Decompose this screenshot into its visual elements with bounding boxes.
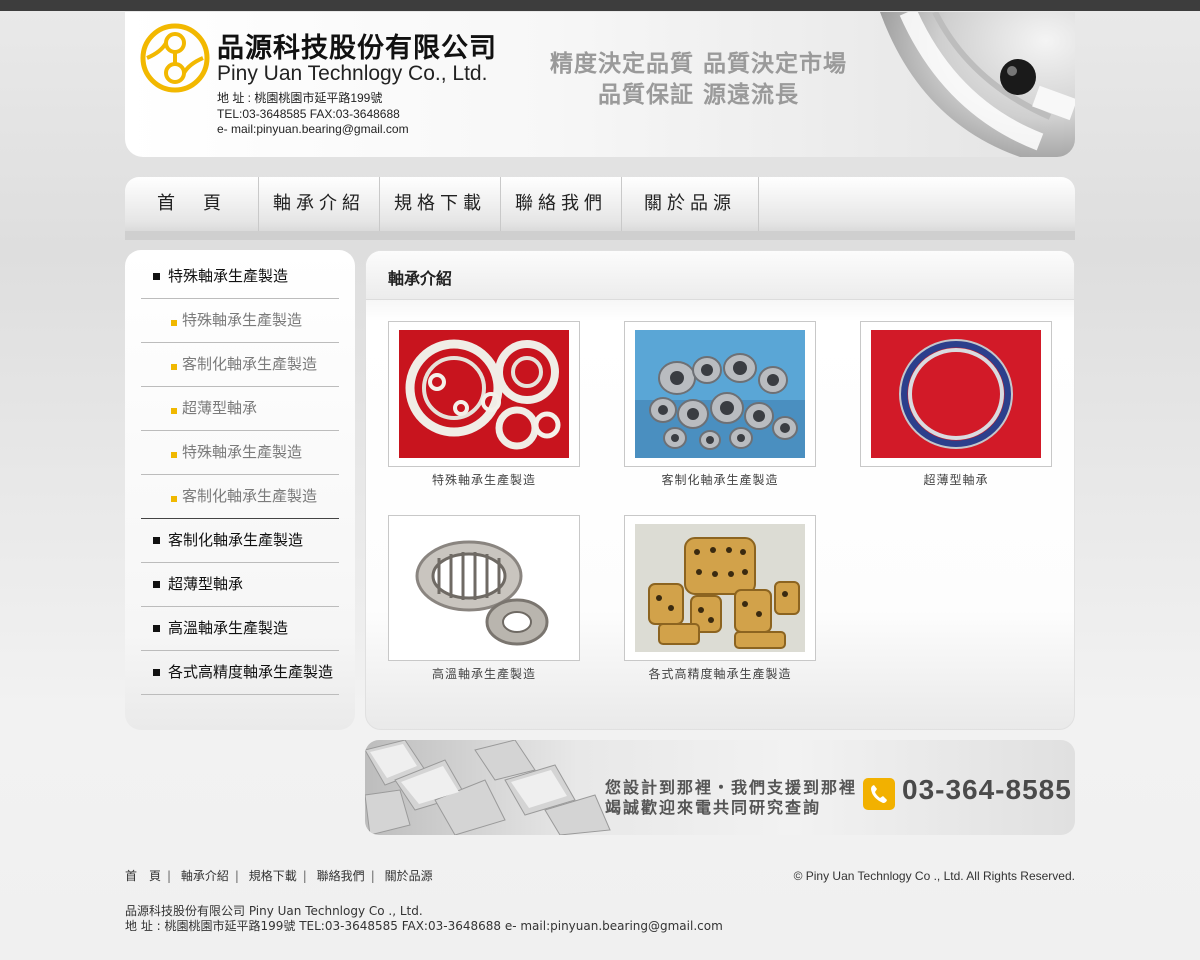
yellow-bullet-icon: [171, 363, 177, 370]
product-image-frame: [388, 321, 580, 467]
sidebar-item-label: 各式高精度軸承生產製造: [168, 663, 334, 681]
nav-about-label: 關於品源: [644, 193, 736, 214]
company-name-en: Piny Uan Technlogy Co., Ltd.: [217, 62, 488, 85]
nav-contact-label: 聯絡我們: [515, 193, 607, 214]
product-image-tapered-roller: [399, 524, 569, 652]
product-image-bearing-assortment: [635, 330, 805, 458]
product-card[interactable]: 各式高精度軸承生產製造: [624, 515, 816, 682]
sidebar-subitem-label: 特殊軸承生產製造: [182, 443, 303, 461]
sidebar-item-label: 客制化軸承生產製造: [168, 531, 304, 549]
content-title: 軸承介紹: [388, 269, 453, 288]
yellow-bullet-icon: [171, 407, 177, 414]
top-bar: [0, 0, 1200, 11]
footer-link-spec-download[interactable]: 規格下載: [249, 869, 297, 883]
footer-link-home[interactable]: 首 頁: [125, 869, 161, 883]
footer-link-contact[interactable]: 聯絡我們: [317, 869, 365, 883]
product-caption: 特殊軸承生產製造: [431, 473, 536, 487]
footer-link-about[interactable]: 關於品源: [385, 869, 433, 883]
sidebar-item[interactable]: 客制化軸承生產製造: [141, 518, 339, 563]
nav-contact[interactable]: 聯絡我們: [501, 177, 622, 231]
product-card[interactable]: 客制化軸承生產製造: [624, 321, 816, 488]
product-image-plastic-cages: [399, 330, 569, 458]
product-caption: 超薄型軸承: [923, 473, 989, 487]
footer-links: 首 頁 | 軸承介紹 | 規格下載 | 聯絡我們 | 關於品源: [125, 867, 433, 884]
square-bullet-icon: [153, 669, 160, 676]
banner-phone-number: 03-364-8585: [902, 774, 1072, 805]
square-bullet-icon: [153, 537, 160, 544]
footer-copyright: © Piny Uan Technlogy Co ., Ltd. All Righ…: [793, 869, 1075, 883]
sidebar-subitem[interactable]: 特殊軸承生產製造: [141, 299, 339, 343]
nav-bottom-strip: [125, 231, 1075, 240]
main-navigation: 首 頁 軸承介紹 規格下載 聯絡我們 關於品源: [125, 177, 1075, 240]
square-bullet-icon: [153, 273, 160, 280]
nav-spec-download[interactable]: 規格下載: [380, 177, 501, 231]
product-card[interactable]: 特殊軸承生產製造: [388, 321, 580, 488]
banner-graphic: [365, 740, 611, 835]
company-name-cn: 品源科技股份有限公司: [217, 33, 497, 64]
footer-separator: |: [302, 869, 307, 883]
sidebar-item-label: 超薄型軸承: [168, 575, 244, 593]
sidebar-menu: 特殊軸承生產製造 特殊軸承生產製造 客制化軸承生產製造 超薄型軸承 特殊軸承生產…: [125, 250, 355, 730]
product-image-frame: [860, 321, 1052, 467]
contact-banner[interactable]: 您設計到那裡・我們支援到那裡 竭誠歡迎來電共同研究查詢 03-364-8585: [365, 740, 1075, 835]
sidebar-item-label: 高溫軸承生產製造: [168, 619, 289, 637]
header-email: e- mail:pinyuan.bearing@gmail.com: [217, 122, 409, 136]
nav-bearing-intro[interactable]: 軸承介紹: [259, 177, 380, 231]
sidebar-subitem[interactable]: 超薄型軸承: [141, 387, 339, 431]
footer-link-bearing-intro[interactable]: 軸承介紹: [181, 869, 229, 883]
slogan-line-1: 精度決定品質 品質決定市場: [550, 51, 848, 77]
nav-spec-download-label: 規格下載: [394, 193, 486, 214]
product-image-thin-bearing: [871, 330, 1041, 458]
sidebar-subitem-label: 超薄型軸承: [182, 399, 258, 417]
nav-about[interactable]: 關於品源: [622, 177, 759, 231]
yellow-bullet-icon: [171, 319, 177, 326]
footer-address: 地 址 : 桃園桃園市延平路199號 TEL:03-3648585 FAX:03…: [125, 919, 723, 933]
nav-bearing-intro-label: 軸承介紹: [273, 193, 365, 214]
footer-separator: |: [370, 869, 375, 883]
footer-separator: |: [234, 869, 239, 883]
sidebar-item[interactable]: 高溫軸承生產製造: [141, 607, 339, 651]
yellow-bullet-icon: [171, 495, 177, 502]
product-image-frame: [624, 515, 816, 661]
sidebar-item[interactable]: 各式高精度軸承生產製造: [141, 651, 339, 695]
header-address: 地 址 : 桃園桃園市延平路199號: [217, 91, 383, 105]
product-caption: 高溫軸承生產製造: [431, 667, 536, 681]
content-panel: 軸承介紹 特殊軸承生產製造 客制化軸承生產製造 超薄型軸承 高溫軸承生產製造 各…: [365, 250, 1075, 730]
sidebar-subitem-label: 特殊軸承生產製造: [182, 311, 303, 329]
sidebar-subitem[interactable]: 特殊軸承生產製造: [141, 431, 339, 475]
product-image-frame: [624, 321, 816, 467]
sidebar-subitem-label: 客制化軸承生產製造: [182, 355, 318, 373]
sidebar-subitem[interactable]: 客制化軸承生產製造: [141, 343, 339, 387]
header-tel-fax: TEL:03-3648585 FAX:03-3648688: [217, 107, 400, 121]
content-header: [366, 251, 1074, 300]
footer-separator: |: [167, 869, 172, 883]
company-logo-icon[interactable]: [139, 22, 211, 94]
square-bullet-icon: [153, 625, 160, 632]
square-bullet-icon: [153, 581, 160, 588]
slogan-line-2: 品質保証 源遠流長: [598, 82, 800, 108]
site-header: 品源科技股份有限公司 Piny Uan Technlogy Co., Ltd. …: [125, 12, 1075, 157]
sidebar-item[interactable]: 特殊軸承生產製造: [141, 255, 339, 299]
product-caption: 客制化軸承生產製造: [661, 473, 779, 487]
sidebar-item-label: 特殊軸承生產製造: [168, 267, 289, 285]
yellow-bullet-icon: [171, 451, 177, 458]
sidebar-subitem-label: 客制化軸承生產製造: [182, 487, 318, 505]
phone-icon: [863, 778, 895, 810]
product-card[interactable]: 超薄型軸承: [860, 321, 1052, 488]
sidebar-item[interactable]: 超薄型軸承: [141, 563, 339, 607]
nav-home-label: 首 頁: [157, 193, 226, 214]
product-card[interactable]: 高溫軸承生產製造: [388, 515, 580, 682]
banner-line-2: 竭誠歡迎來電共同研究查詢: [605, 798, 822, 817]
product-image-bronze-bushings: [635, 524, 805, 652]
nav-home[interactable]: 首 頁: [125, 177, 259, 231]
product-caption: 各式高精度軸承生產製造: [648, 667, 792, 681]
header-bearing-image: [880, 12, 1075, 157]
sidebar-subitem[interactable]: 客制化軸承生產製造: [141, 475, 339, 519]
product-image-frame: [388, 515, 580, 661]
